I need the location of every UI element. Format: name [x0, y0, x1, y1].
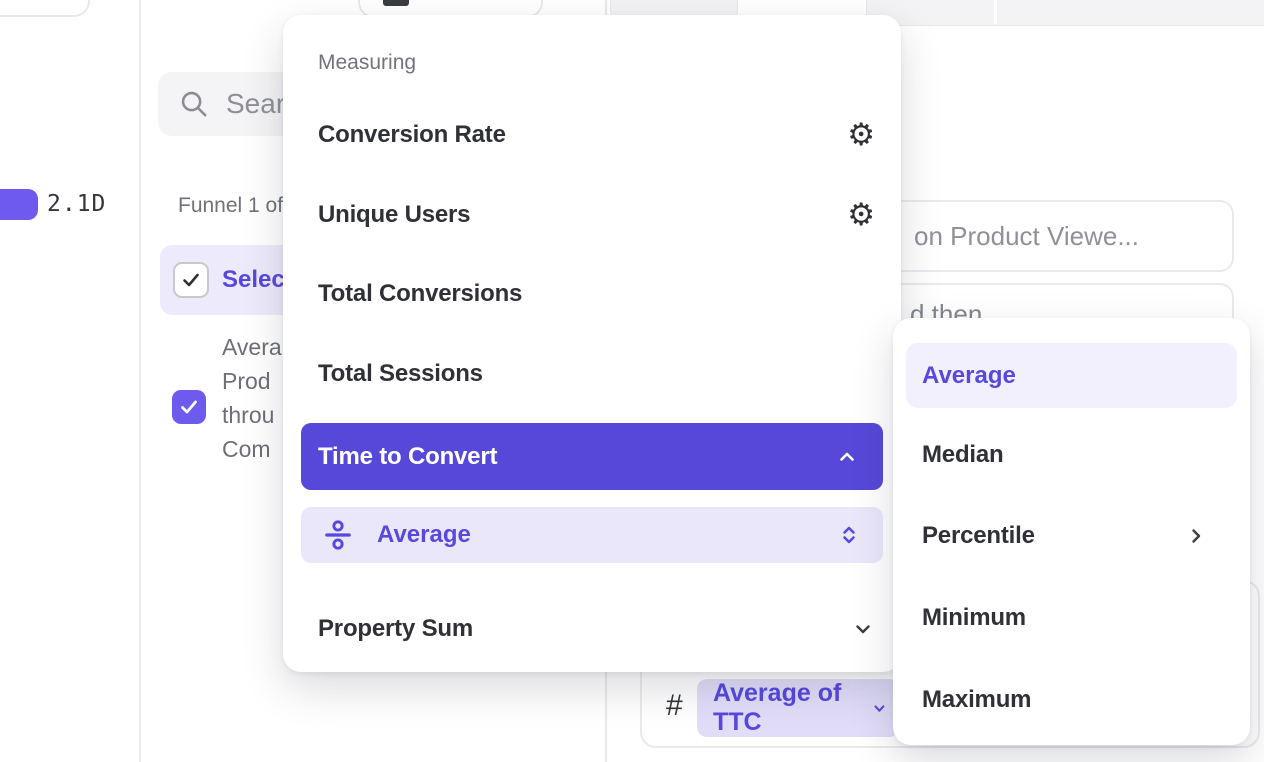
chart-bar-fragment: [0, 189, 38, 220]
time-to-convert-aggregation-selector[interactable]: Average: [301, 507, 883, 563]
menu-item-time-to-convert-selected[interactable]: Time to Convert: [301, 423, 883, 490]
submenu-item-minimum[interactable]: Minimum: [893, 590, 1250, 646]
submenu-item-average-selected[interactable]: Average: [906, 343, 1237, 408]
top-right-strip-divider: [994, 0, 997, 24]
metric-description: Avera Prod throu Com: [222, 330, 282, 466]
funnels-measuring-screen: 2.1D Search Funnel 1 of Select Avera Pro…: [0, 0, 1264, 762]
metric-description-line: Prod: [222, 364, 282, 398]
metric-chip-label: Average of TTC: [713, 679, 870, 737]
chevron-updown-icon: [837, 523, 861, 547]
average-icon: [322, 519, 354, 551]
menu-item-label: Total Sessions: [318, 360, 483, 388]
aggregation-submenu: Average Median Percentile Minimum Maximu…: [893, 318, 1250, 745]
menu-item-label: Property Sum: [318, 615, 473, 643]
left-panel-divider: [139, 0, 141, 762]
submenu-item-maximum[interactable]: Maximum: [893, 672, 1250, 728]
metric-chip-button[interactable]: Average of TTC: [697, 679, 899, 737]
aggregation-selected-label: Average: [377, 521, 471, 549]
gear-icon[interactable]: ⚙: [847, 200, 875, 231]
submenu-item-percentile[interactable]: Percentile: [893, 508, 1250, 564]
search-icon: [178, 88, 210, 120]
menu-item-total-conversions[interactable]: Total Conversions: [283, 266, 901, 322]
submenu-item-label: Average: [922, 362, 1016, 390]
number-type-symbol: #: [666, 689, 683, 723]
metric-checkbox-checked[interactable]: [172, 390, 206, 424]
measuring-dropdown: Measuring Conversion Rate ⚙ Unique Users…: [283, 15, 901, 672]
metric-description-line: throu: [222, 398, 282, 432]
menu-item-label: Unique Users: [318, 201, 470, 229]
menu-item-label: Time to Convert: [318, 443, 497, 471]
submenu-item-label: Percentile: [922, 522, 1035, 550]
top-dark-bar-fragment: [383, 0, 409, 6]
submenu-item-median[interactable]: Median: [893, 427, 1250, 483]
top-card-fragment-left: [0, 0, 90, 17]
chart-value-label: 2.1D: [47, 191, 106, 217]
event-card-label: on Product Viewe...: [914, 221, 1139, 252]
chevron-down-icon: [851, 617, 875, 641]
checkbox-checked[interactable]: [173, 262, 209, 298]
funnel-step-label: Funnel 1 of: [178, 194, 283, 218]
chevron-up-icon: [835, 445, 859, 469]
menu-item-label: Total Conversions: [318, 280, 522, 308]
chevron-down-icon: [870, 697, 889, 719]
menu-item-total-sessions[interactable]: Total Sessions: [283, 346, 901, 402]
submenu-item-label: Median: [922, 441, 1003, 469]
metric-description-line: Avera: [222, 330, 282, 364]
chevron-right-icon: [1184, 524, 1208, 548]
menu-item-conversion-rate[interactable]: Conversion Rate ⚙: [283, 107, 901, 163]
top-right-gray-strip: [866, 0, 1264, 26]
menu-item-property-sum[interactable]: Property Sum: [283, 601, 901, 657]
gear-icon[interactable]: ⚙: [847, 120, 875, 151]
checkmark-icon: [179, 268, 203, 292]
metric-description-line: Com: [222, 432, 282, 466]
menu-item-unique-users[interactable]: Unique Users ⚙: [283, 187, 901, 243]
measuring-header: Measuring: [318, 51, 416, 75]
submenu-item-label: Maximum: [922, 686, 1031, 714]
menu-item-label: Conversion Rate: [318, 121, 506, 149]
submenu-item-label: Minimum: [922, 604, 1026, 632]
event-card[interactable]: on Product Viewe...: [880, 200, 1234, 272]
checkmark-icon: [177, 395, 201, 419]
